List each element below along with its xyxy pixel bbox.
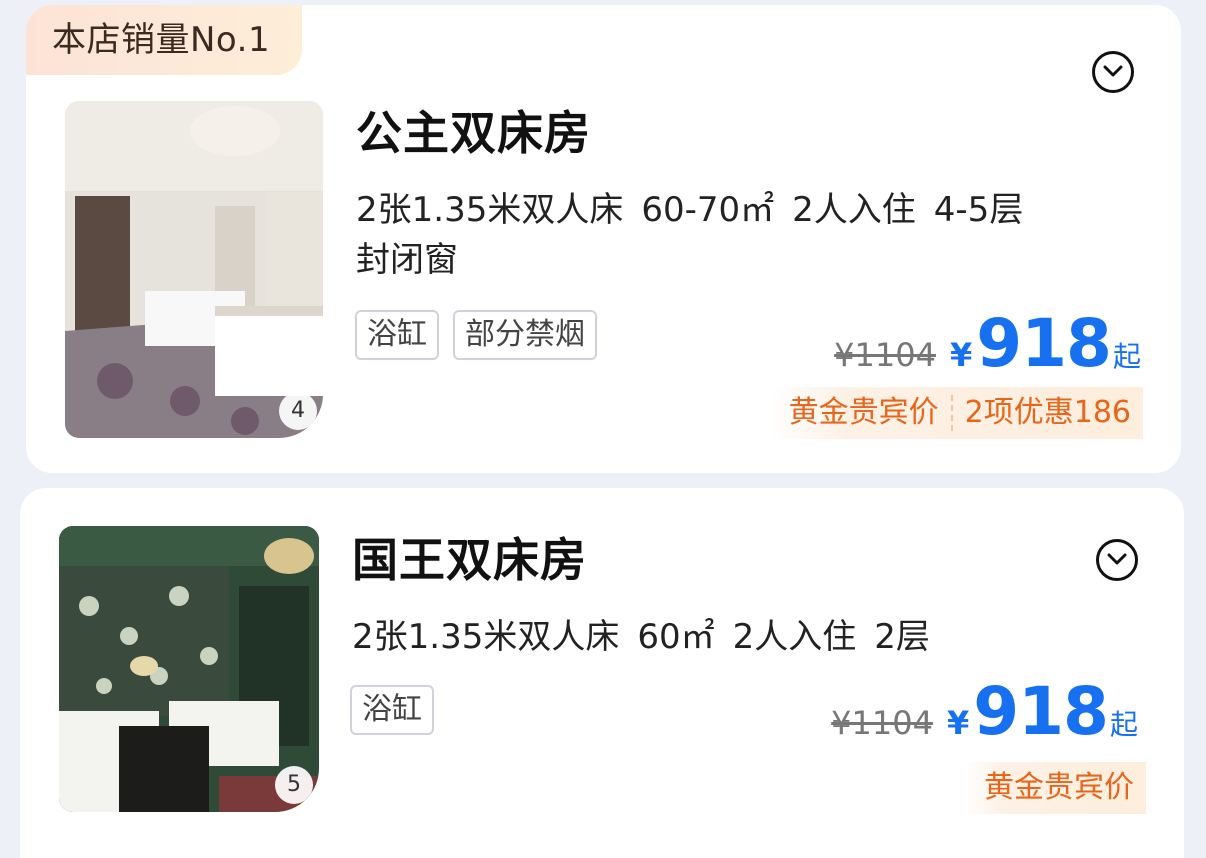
room-tags: 浴缸 部分禁烟 [355,310,597,360]
price-block: ¥1104 ¥ 918 起 [834,305,1141,382]
area-spec: 60㎡ [637,617,715,657]
floor-spec: 2层 [874,617,930,657]
floor-spec: 4-5层 [933,190,1024,230]
room-name: 国王双床房 [352,533,587,587]
currency-symbol: ¥ [949,336,973,374]
current-price: 918 [976,305,1112,382]
chevron-down-circle-icon[interactable] [1092,51,1134,93]
tag-bathtub: 浴缸 [355,310,439,360]
area-spec: 60-70㎡ [641,190,775,230]
room-card[interactable]: 本店销量No.1 4 公主双床房 2张1.35米双人床 60-70㎡ 2人入住 4-5… [26,5,1181,473]
room-photo-image [65,101,323,438]
room-photo[interactable]: 4 [65,101,323,438]
original-price: ¥1104 [834,336,936,374]
chevron-down-circle-icon[interactable] [1096,539,1138,581]
price-suffix: 起 [1109,708,1138,741]
room-tags: 浴缸 [350,685,434,735]
tag-non-smoking: 部分禁烟 [453,310,597,360]
room-photo-image [59,526,319,812]
price-suffix: 起 [1112,340,1141,373]
occupancy-spec: 2人入住 [792,190,916,230]
window-spec: 封闭窗 [356,240,458,280]
bed-spec: 2张1.35米双人床 [356,190,624,230]
original-price: ¥1104 [831,704,933,742]
room-name: 公主双床房 [356,106,591,160]
promo-detail: 2项优惠186 [964,395,1131,430]
tag-bathtub: 浴缸 [350,685,434,735]
promo-badge[interactable]: 黄金贵宾价 2项优惠186 [770,387,1143,439]
room-specs: 2张1.35米双人床 60-70㎡ 2人入住 4-5层 封闭窗 [356,185,1126,285]
room-card[interactable]: 5 国王双床房 2张1.35米双人床 60㎡ 2人入住 2层 浴缸 ¥1104 ¥ 9… [20,488,1184,858]
photo-count-badge: 5 [275,766,313,804]
photo-count-badge: 4 [279,392,317,430]
promo-badge[interactable]: 黄金贵宾价 [966,762,1146,814]
occupancy-spec: 2人入住 [732,617,857,657]
price-block: ¥1104 ¥ 918 起 [831,673,1138,750]
bed-spec: 2张1.35米双人床 [352,617,620,657]
room-photo[interactable]: 5 [59,526,319,812]
promo-label: 黄金贵宾价 [788,395,939,430]
room-specs: 2张1.35米双人床 60㎡ 2人入住 2层 [352,612,1112,662]
bestseller-ribbon: 本店销量No.1 [26,5,303,75]
currency-symbol: ¥ [946,704,970,742]
current-price: 918 [973,673,1109,750]
promo-label: 黄金贵宾价 [984,770,1134,805]
promo-divider [950,395,953,431]
